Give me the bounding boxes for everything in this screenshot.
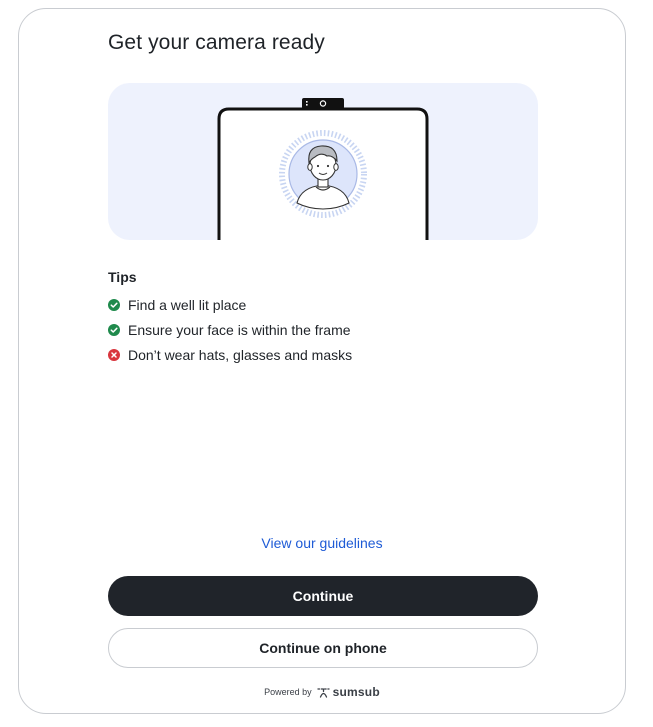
tip-label: Find a well lit place bbox=[128, 296, 247, 313]
camera-illustration bbox=[108, 83, 538, 240]
tip-item: Don’t wear hats, glasses and masks bbox=[108, 342, 352, 367]
view-guidelines-link[interactable]: View our guidelines bbox=[19, 535, 625, 551]
check-circle-icon bbox=[108, 298, 120, 311]
continue-on-phone-button[interactable]: Continue on phone bbox=[108, 628, 538, 668]
tip-item: Ensure your face is within the frame bbox=[108, 317, 352, 342]
continue-button[interactable]: Continue bbox=[108, 576, 538, 616]
tip-label: Don’t wear hats, glasses and masks bbox=[128, 346, 353, 363]
verification-card: Get your camera ready Tips Find a well l… bbox=[18, 8, 626, 714]
x-circle-icon bbox=[108, 348, 120, 361]
tips-heading: Tips bbox=[108, 269, 137, 285]
tip-item: Find a well lit place bbox=[108, 292, 352, 317]
sumsub-brand: sumsub bbox=[332, 685, 380, 699]
phone-selfie-icon bbox=[217, 98, 429, 240]
tip-label: Ensure your face is within the frame bbox=[128, 321, 351, 338]
powered-by-label: Powered by bbox=[264, 687, 312, 697]
sumsub-logo-icon bbox=[317, 687, 330, 698]
powered-by-footer: Powered by sumsub bbox=[19, 685, 625, 699]
page-title: Get your camera ready bbox=[108, 31, 325, 54]
check-circle-icon bbox=[108, 323, 120, 336]
tips-list: Find a well lit place Ensure your face i… bbox=[108, 292, 352, 367]
